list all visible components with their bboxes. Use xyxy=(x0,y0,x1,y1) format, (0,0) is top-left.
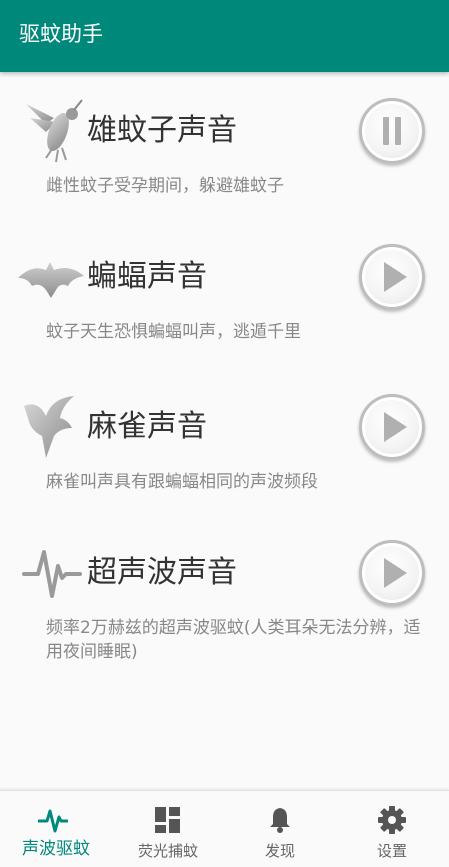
mosquito-icon xyxy=(26,99,83,163)
play-button[interactable] xyxy=(359,244,425,310)
nav-label: 设置 xyxy=(376,842,407,860)
play-button[interactable] xyxy=(359,540,425,606)
play-button[interactable] xyxy=(359,394,425,460)
pulse-icon xyxy=(38,809,68,833)
dashboard-icon xyxy=(155,807,180,833)
sound-title: 超声波声音 xyxy=(87,555,237,590)
app-bar: 驱蚊助手 xyxy=(0,0,449,72)
nav-label: 发现 xyxy=(264,842,295,860)
app-title: 驱蚊助手 xyxy=(19,22,103,46)
sound-title: 蝙蝠声音 xyxy=(87,259,207,294)
sound-title: 麻雀声音 xyxy=(87,409,207,444)
list-item-sparrow: 麻雀声音 麻雀叫声具有跟蝙蝠相同的声波频段 xyxy=(0,392,449,522)
nav-item-sound-repel[interactable]: 声波驱蚊 xyxy=(0,791,112,867)
bell-icon xyxy=(270,808,290,833)
nav-label: 声波驱蚊 xyxy=(22,839,90,859)
list-item-ultrasonic: 超声波声音 频率2万赫兹的超声波驱蚊(人类耳朵无法分辨，适用夜间睡眠) xyxy=(0,538,449,668)
gear-icon xyxy=(378,806,406,834)
waveform-icon xyxy=(22,550,82,598)
nav-item-discover[interactable]: 发现 xyxy=(224,791,336,867)
nav-item-settings[interactable]: 设置 xyxy=(336,791,448,867)
sound-description: 麻雀叫声具有跟蝙蝠相同的声波频段 xyxy=(46,472,318,492)
pause-button[interactable] xyxy=(359,98,425,164)
sound-description: 频率2万赫兹的超声波驱蚊(人类耳朵无法分辨，适用夜间睡眠) xyxy=(46,618,421,662)
sparrow-icon xyxy=(24,396,74,458)
nav-label: 荧光捕蚊 xyxy=(137,842,198,860)
sound-description: 蚊子天生恐惧蝙蝠叫声，逃遁千里 xyxy=(46,322,301,342)
bat-icon xyxy=(18,262,84,298)
list-item-bat: 蝙蝠声音 蚊子天生恐惧蝙蝠叫声，逃遁千里 xyxy=(0,242,449,372)
sound-description: 雌性蚊子受孕期间，躲避雄蚊子 xyxy=(46,176,284,196)
bottom-navigation: 声波驱蚊 荧光捕蚊 发现 设置 xyxy=(0,790,449,867)
list-item-male-mosquito: 雄蚊子声音 雌性蚊子受孕期间，躲避雄蚊子 xyxy=(0,96,449,226)
nav-item-fluorescent-trap[interactable]: 荧光捕蚊 xyxy=(112,791,224,867)
sound-title: 雄蚊子声音 xyxy=(87,113,237,148)
